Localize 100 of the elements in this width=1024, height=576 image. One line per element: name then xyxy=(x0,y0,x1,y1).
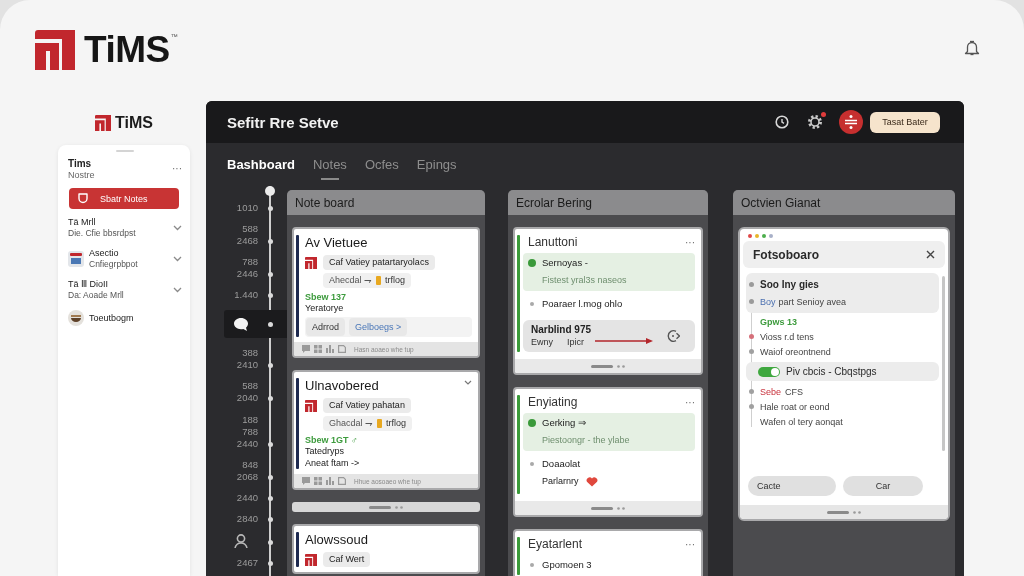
window-dot-icon[interactable] xyxy=(748,234,752,238)
step-item[interactable]: Gpomoen 3 xyxy=(523,555,695,575)
chevron-down-icon xyxy=(173,287,182,293)
timeline-entry[interactable]: 848 2068 xyxy=(224,458,287,483)
chat-bubble-icon xyxy=(234,317,248,331)
document-icon xyxy=(338,345,346,353)
collapsed-card[interactable] xyxy=(292,502,480,512)
tag-label: trflog xyxy=(385,275,406,286)
message-icon xyxy=(302,345,310,353)
flag-text: Sebe xyxy=(760,386,782,397)
timeline-dot xyxy=(267,474,273,480)
close-icon[interactable] xyxy=(926,250,935,259)
transfer-from: Ewny xyxy=(531,336,553,348)
action-link[interactable]: Gelboegs > xyxy=(349,318,408,336)
bowl-icon xyxy=(68,310,84,326)
picture-icon xyxy=(68,251,84,267)
timeline-dot xyxy=(267,206,273,211)
scroll-bar[interactable] xyxy=(942,276,945,451)
sidebar-item[interactable]: Tä Mrll Die. Cfie bbsrdpst xyxy=(68,217,182,239)
timeline-dot xyxy=(267,293,273,299)
tab[interactable]: Bashboard xyxy=(227,149,295,180)
divide-button[interactable] xyxy=(839,110,863,134)
more-menu-button[interactable]: ··· xyxy=(685,539,695,550)
drag-handle[interactable] xyxy=(369,505,403,509)
timeline-entry[interactable]: 2440 xyxy=(224,491,287,504)
timeline-dot xyxy=(267,321,273,327)
step-item[interactable]: Doaaolat Parlarnry xyxy=(523,454,695,492)
timeline-entry[interactable]: 2840 xyxy=(224,512,287,525)
sidebar-item[interactable]: Asectio Cnfiegrpbpot xyxy=(68,248,182,270)
timeline-entry[interactable]: 188 788 2440 xyxy=(224,413,287,450)
bell-icon[interactable] xyxy=(964,40,980,56)
timeline-handle[interactable] xyxy=(265,186,275,196)
timeline-entry[interactable] xyxy=(224,310,287,339)
timeline-entry[interactable]: 788 2446 xyxy=(224,256,287,281)
step-item[interactable]: Sernoyas - Fistest yral3s naseos xyxy=(523,253,695,291)
timeline-entry[interactable]: 388 2410 xyxy=(224,347,287,372)
dialog-button[interactable]: Cacte xyxy=(748,476,836,496)
sidebar-item[interactable]: Tä Ⅲ DioII Da: Aoade Mrll xyxy=(68,279,182,301)
chevron-down-icon[interactable] xyxy=(464,380,472,385)
action-button[interactable]: Adrrod xyxy=(306,318,345,336)
timeline-dot xyxy=(267,239,273,245)
chevron-down-icon xyxy=(173,256,182,262)
timeline-dot xyxy=(267,272,273,278)
header-action-button[interactable]: Tasat Bater xyxy=(870,111,940,133)
brand-logo-icon xyxy=(305,256,317,269)
panel-title: Sefitr Rre Setve xyxy=(227,113,339,131)
tab[interactable]: Ocfes xyxy=(364,149,399,180)
card-title: Av Vietuee xyxy=(305,235,368,251)
person-icon xyxy=(234,533,248,548)
tag-text: Boy xyxy=(760,296,776,307)
more-menu-button[interactable]: ··· xyxy=(172,164,182,174)
step-dot-icon xyxy=(528,419,536,427)
card-link[interactable]: Aneat ftam -> xyxy=(305,458,360,469)
drag-handle[interactable] xyxy=(591,506,625,510)
more-menu-button[interactable]: ··· xyxy=(685,237,695,248)
notification-dot-icon xyxy=(821,112,826,117)
column-title: Ecrolar Bering xyxy=(508,190,708,215)
drag-handle[interactable] xyxy=(591,364,625,368)
note-text: Yeratorye xyxy=(305,303,344,314)
timeline-dot xyxy=(267,516,273,522)
brand-logo-icon xyxy=(305,399,317,412)
dialog-title: Fotsoboaro xyxy=(753,247,819,262)
sidebar-title: Tims xyxy=(68,158,93,170)
step-dot-icon xyxy=(528,259,536,267)
list-text: Waiof oreontnend xyxy=(760,346,831,357)
sidebar-item[interactable]: Toeutbogm xyxy=(68,310,182,326)
list-text: part Senioy avea xyxy=(778,296,847,307)
bar-chart-icon xyxy=(326,345,334,353)
timeline-entry[interactable]: 1010 xyxy=(224,202,287,214)
drag-handle[interactable] xyxy=(116,150,134,152)
notes-button[interactable]: Sbatr Notes xyxy=(69,188,179,209)
cycle-arrow-icon[interactable] xyxy=(667,329,681,343)
more-menu-button[interactable]: ··· xyxy=(685,397,695,408)
brand-name: TiMS xyxy=(115,115,153,131)
list-text: CFS xyxy=(785,386,804,397)
timeline-entry[interactable]: 588 2468 xyxy=(224,223,287,248)
timeline-dot xyxy=(267,363,273,369)
card-title: Lanuttoni xyxy=(528,235,578,250)
window-dot-icon[interactable] xyxy=(762,234,766,238)
settings-icon[interactable] xyxy=(807,114,823,130)
step-item[interactable]: Poaraer l.mog ohlo xyxy=(523,294,695,314)
timeline-dot xyxy=(267,495,273,501)
list-dot-icon xyxy=(749,299,754,304)
clock-icon[interactable] xyxy=(775,115,789,129)
timeline-entry[interactable]: 2467 xyxy=(224,556,287,569)
brand-logo-icon xyxy=(35,30,75,70)
status-text: Gpws 13 xyxy=(760,316,797,327)
sidebar-subtitle: Nostre xyxy=(68,170,95,181)
drag-handle[interactable] xyxy=(827,510,861,514)
detail-text: Ahecdal ⇁ xyxy=(329,275,373,286)
step-item[interactable]: Gerking ⇒ Piestoongr - the ylabe xyxy=(523,413,695,451)
window-dot-icon[interactable] xyxy=(769,234,773,238)
card-title: Eyatarlent xyxy=(528,537,583,552)
tab[interactable]: Epings xyxy=(416,149,457,180)
window-dot-icon[interactable] xyxy=(755,234,759,238)
shield-icon xyxy=(78,193,88,204)
dialog-button[interactable]: Car xyxy=(843,476,923,496)
timeline-entry[interactable]: 588 2040 xyxy=(224,380,287,405)
toggle-switch[interactable] xyxy=(758,366,780,377)
timeline-entry[interactable]: 1.440 xyxy=(224,289,287,302)
